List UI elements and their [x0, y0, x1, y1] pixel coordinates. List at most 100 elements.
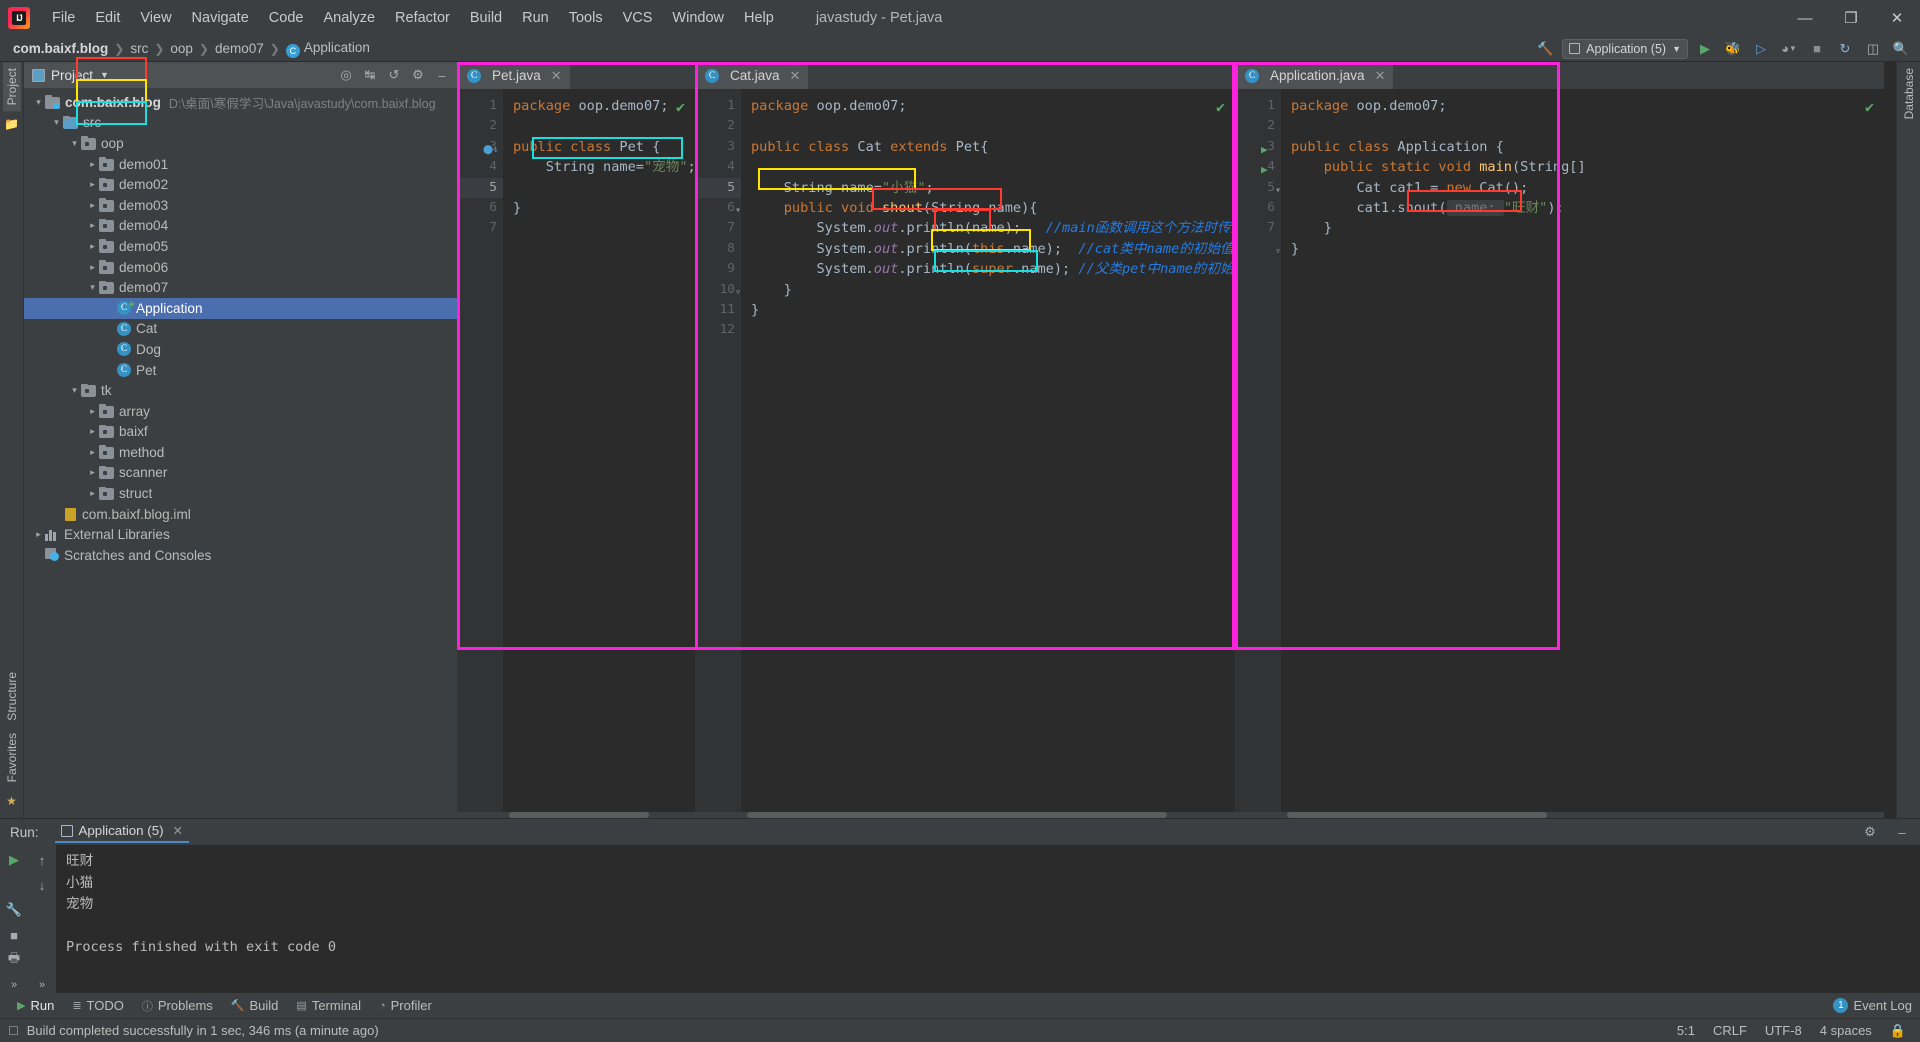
- sidebar-tab-structure[interactable]: Structure: [3, 666, 21, 727]
- line-number[interactable]: 1: [1235, 96, 1281, 116]
- editor-vertical-scrollbar[interactable]: [1884, 62, 1896, 818]
- line-number[interactable]: 2: [1235, 116, 1281, 136]
- hammer-icon[interactable]: 🔨: [1534, 39, 1556, 59]
- chevron-right-icon[interactable]: [86, 488, 99, 499]
- code-line[interactable]: String name="小猫";: [751, 178, 1235, 198]
- tree-item-baixf[interactable]: baixf: [24, 422, 457, 443]
- line-number[interactable]: 1: [457, 96, 503, 116]
- code-line[interactable]: package oop.demo07;: [751, 96, 1235, 116]
- code-line[interactable]: [751, 320, 1235, 340]
- stop-icon[interactable]: ■: [2, 924, 26, 946]
- line-number[interactable]: 6: [1235, 198, 1281, 218]
- menu-item-tools[interactable]: Tools: [559, 7, 613, 29]
- bottom-tab-terminal[interactable]: ▤ Terminal: [287, 996, 370, 1015]
- tree-item-demo01[interactable]: demo01: [24, 154, 457, 175]
- line-number[interactable]: 3: [695, 137, 741, 157]
- code-line[interactable]: public class Pet {: [513, 137, 695, 157]
- code-line[interactable]: [513, 116, 695, 136]
- fold-marker-icon[interactable]: ▾: [735, 205, 741, 216]
- project-tree[interactable]: com.baixf.blog D:\桌面\寒假学习\Java\javastudy\…: [24, 88, 457, 818]
- breadcrumb-item-demo07[interactable]: demo07: [212, 41, 267, 56]
- run-icon[interactable]: ▶: [1694, 39, 1716, 59]
- code-text-pet[interactable]: package oop.demo07; public class Pet { S…: [503, 89, 695, 818]
- fold-marker-icon[interactable]: ▿: [735, 287, 741, 298]
- line-number[interactable]: 1: [695, 96, 741, 116]
- code-line[interactable]: cat1.shout( name: "旺财");: [1291, 198, 1884, 218]
- tree-item-tk[interactable]: tk: [24, 380, 457, 401]
- line-number[interactable]: 11: [695, 300, 741, 320]
- code-line[interactable]: package oop.demo07;: [1291, 96, 1884, 116]
- fold-marker-icon[interactable]: ▾: [1275, 185, 1281, 196]
- rerun-icon[interactable]: ▶: [2, 849, 26, 871]
- chevron-down-icon[interactable]: [68, 385, 81, 396]
- run-configuration-selector[interactable]: Application (5) ▼: [1562, 38, 1688, 59]
- line-number[interactable]: 12: [695, 320, 741, 340]
- expand-icon[interactable]: ↺: [383, 64, 405, 86]
- maximize-button[interactable]: ❐: [1828, 0, 1874, 36]
- breadcrumb-item-Application[interactable]: C Application: [283, 40, 373, 58]
- menu-item-edit[interactable]: Edit: [85, 7, 130, 29]
- tree-item-demo02[interactable]: demo02: [24, 174, 457, 195]
- tree-item-src[interactable]: src: [24, 113, 457, 134]
- line-number[interactable]: 4 ▶: [1235, 157, 1281, 177]
- line-number[interactable]: 7: [695, 218, 741, 238]
- line-number[interactable]: 2: [457, 116, 503, 136]
- chevron-down-icon[interactable]: [68, 138, 81, 149]
- code-line[interactable]: public void shout(String name){: [751, 198, 1235, 218]
- line-number[interactable]: 9: [695, 259, 741, 279]
- close-icon[interactable]: ✕: [790, 68, 801, 84]
- run-console-output[interactable]: 旺财 小猫 宠物 Process finished with exit code 0: [56, 845, 1920, 993]
- breadcrumb-item-oop[interactable]: oop: [167, 41, 196, 56]
- code-line[interactable]: }: [1291, 218, 1884, 238]
- menu-item-refactor[interactable]: Refactor: [385, 7, 460, 29]
- wrench-icon[interactable]: 🔧: [2, 899, 26, 921]
- menu-item-build[interactable]: Build: [460, 7, 512, 29]
- tree-item-Pet[interactable]: C Pet: [24, 360, 457, 381]
- chevron-right-icon[interactable]: [86, 220, 99, 231]
- chevron-down-icon[interactable]: ▼: [100, 70, 109, 80]
- tree-item-method[interactable]: method: [24, 442, 457, 463]
- tree-item-demo05[interactable]: demo05: [24, 236, 457, 257]
- up-arrow-icon[interactable]: ↑: [30, 849, 54, 871]
- chevron-right-icon[interactable]: [86, 447, 99, 458]
- line-number[interactable]: 3 ▶: [1235, 137, 1281, 157]
- code-line[interactable]: System.out.println(super.name); //父类pet中…: [751, 259, 1235, 279]
- close-button[interactable]: ✕: [1874, 0, 1920, 36]
- tree-item-Cat[interactable]: C Cat: [24, 319, 457, 340]
- code-line[interactable]: [1291, 116, 1884, 136]
- code-line[interactable]: public class Application {: [1291, 137, 1884, 157]
- code-line[interactable]: }: [513, 198, 695, 218]
- code-area-cat[interactable]: 1 2 3 4 5 6 7 8 9 10 11 12 package oop.demo07; publ…: [695, 89, 1235, 818]
- chevron-right-icon[interactable]: [86, 262, 99, 273]
- line-number[interactable]: 8: [695, 239, 741, 259]
- collapse-all-icon[interactable]: ↹: [359, 64, 381, 86]
- lock-status-icon[interactable]: 🔒: [1890, 1023, 1906, 1039]
- star-icon[interactable]: ★: [6, 794, 17, 808]
- menu-item-code[interactable]: Code: [259, 7, 314, 29]
- tree-item-com-baixf-blog-iml[interactable]: com.baixf.blog.iml: [24, 504, 457, 525]
- update-icon[interactable]: ↻: [1834, 39, 1856, 59]
- profiler-icon[interactable]: ◕ ▼: [1778, 39, 1800, 59]
- code-line[interactable]: System.out.println(name); //main函数调用这个方法…: [751, 218, 1235, 238]
- tree-item-External-Libraries[interactable]: External Libraries: [24, 524, 457, 545]
- chevron-down-icon[interactable]: [32, 97, 45, 108]
- run-tab-application[interactable]: Application (5) ✕: [54, 821, 190, 843]
- line-number[interactable]: 7: [457, 218, 503, 238]
- close-icon[interactable]: ✕: [1375, 68, 1386, 84]
- hide-panel-icon[interactable]: –: [431, 64, 453, 86]
- tab-cat-java[interactable]: C Cat.java ✕: [695, 62, 809, 89]
- code-line[interactable]: public static void main(String[]: [1291, 157, 1884, 177]
- line-number[interactable]: 5: [457, 177, 503, 198]
- tree-item-demo03[interactable]: demo03: [24, 195, 457, 216]
- horizontal-scrollbar-1[interactable]: [457, 812, 695, 818]
- close-icon[interactable]: ✕: [551, 68, 562, 84]
- menu-item-analyze[interactable]: Analyze: [313, 7, 385, 29]
- close-icon[interactable]: ✕: [173, 823, 183, 838]
- code-line[interactable]: [513, 218, 695, 238]
- code-area-pet[interactable]: 1 2 3 ⬤↓ 4 5 6 7 package oop.demo07; public cla…: [457, 89, 695, 818]
- chevron-right-icon[interactable]: [32, 529, 45, 540]
- breadcrumb-item-com-baixf-blog[interactable]: com.baixf.blog: [10, 41, 111, 56]
- line-number[interactable]: 5: [695, 177, 741, 198]
- line-number-gutter[interactable]: 1 2 3 4 5 6 7 8 9 10 11 12: [695, 89, 741, 818]
- code-line[interactable]: [513, 178, 695, 198]
